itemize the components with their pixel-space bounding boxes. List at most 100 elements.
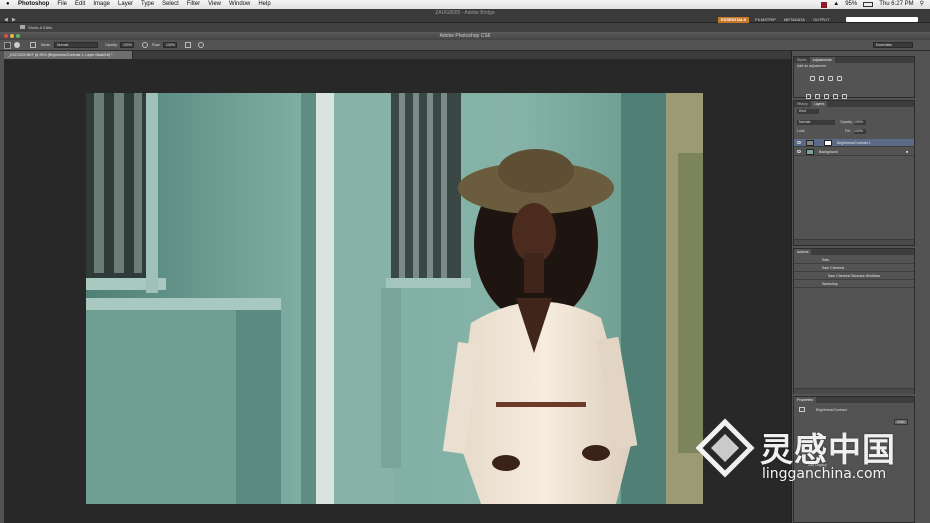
menu-window[interactable]: Window	[229, 0, 250, 9]
wifi-icon[interactable]: ▲	[833, 0, 839, 9]
menu-select[interactable]: Select	[162, 0, 179, 9]
tab-properties[interactable]: Properties	[794, 397, 816, 403]
auto-button[interactable]: Auto	[894, 419, 908, 425]
layer-opacity-label: Opacity:	[840, 120, 853, 124]
brightness-icon[interactable]	[810, 76, 815, 81]
opacity-label: Opacity:	[105, 43, 118, 47]
workspace-select[interactable]: Essentials	[873, 42, 913, 48]
action-name: Sets	[822, 258, 830, 262]
photo-filter-icon[interactable]	[842, 94, 847, 99]
tab-actions[interactable]: Actions	[794, 249, 812, 255]
visibility-eye-icon[interactable]	[797, 150, 801, 153]
brightness-contrast-icon	[799, 407, 805, 412]
document-tab-label: _DSC2025.NEF @ 25% (Brightness/Contrast …	[8, 53, 113, 57]
color-balance-icon[interactable]	[824, 94, 829, 99]
brush-panel-icon[interactable]	[30, 42, 36, 48]
ps-title: Adobe Photoshop CS6	[439, 33, 491, 39]
blend-mode-select[interactable]: Normal	[797, 120, 835, 125]
menu-edit[interactable]: Edit	[75, 0, 85, 9]
close-window-icon[interactable]	[4, 34, 8, 38]
action-name: Sam Chevrest Skincare Workflow	[828, 274, 881, 278]
tab-adjustments[interactable]: Adjustments	[809, 57, 835, 63]
opacity-field[interactable]: 100%	[120, 42, 134, 48]
tab-layers[interactable]: Layers	[810, 101, 828, 107]
layer-thumb	[806, 149, 814, 155]
minimize-window-icon[interactable]	[10, 34, 14, 38]
search-icon[interactable]: ⚲	[920, 0, 924, 9]
options-bar	[0, 40, 930, 51]
battery-icon[interactable]	[863, 2, 874, 7]
window-title: ZAUG8005 - Adobe Bridge	[435, 10, 495, 16]
mode-label: Mode:	[41, 43, 51, 47]
tab-history[interactable]: History	[794, 101, 811, 107]
adjustment-thumb-icon	[806, 140, 814, 146]
pressure-opacity-icon[interactable]	[142, 42, 148, 48]
layer-name: Brightness/Contrast 1	[837, 141, 871, 145]
vibrance-icon[interactable]	[806, 94, 811, 99]
flow-label: Flow:	[152, 43, 161, 47]
menu-type[interactable]: Type	[141, 0, 154, 9]
clock[interactable]: Thu 6:27 PM	[879, 0, 913, 9]
mac-menubar: ● Photoshop File Edit Image Layer Type S…	[0, 0, 930, 9]
menu-app-name[interactable]: Photoshop	[18, 0, 49, 9]
properties-title: Brightness/Contrast	[816, 408, 847, 412]
layers-panel: History Layers Kind Normal Opacity: 100%…	[793, 100, 915, 252]
pressure-size-icon[interactable]	[198, 42, 204, 48]
lock-icon: ■	[905, 150, 908, 154]
path-crumb[interactable]: Shots & Edits	[28, 25, 52, 30]
watermark-logo	[695, 418, 755, 478]
action-row[interactable]: Sam Chevrest	[794, 264, 914, 272]
action-row[interactable]: Workshop	[794, 280, 914, 288]
flow-field[interactable]: 100%	[163, 42, 177, 48]
menu-image[interactable]: Image	[93, 0, 110, 9]
black-white-icon[interactable]	[833, 94, 838, 99]
action-name: Sam Chevrest	[822, 266, 845, 270]
zoom-window-icon[interactable]	[16, 34, 20, 38]
tab-styles[interactable]: Styles	[794, 57, 810, 63]
actions-panel: Actions Sets Sam Chevrest Sam Chevrest S…	[793, 248, 915, 401]
layer-name: Background	[819, 150, 838, 154]
lock-label: Lock:	[797, 129, 806, 133]
adjustments-panel: Styles Adjustments Add an adjustment	[793, 56, 915, 117]
brush-tool-icon[interactable]	[4, 42, 11, 49]
layers-footer	[794, 239, 914, 252]
path-folder-icon	[20, 25, 25, 29]
adjustment-icons-row1	[794, 69, 914, 87]
menu-filter[interactable]: Filter	[187, 0, 200, 9]
menu-layer[interactable]: Layer	[118, 0, 133, 9]
fill-field[interactable]: 100%	[854, 129, 866, 134]
document-tab[interactable]: _DSC2025.NEF @ 25% (Brightness/Contrast …	[4, 51, 133, 59]
battery-percent: 95%	[845, 1, 858, 7]
airbrush-icon[interactable]	[185, 42, 191, 48]
fill-label: Fill:	[845, 129, 851, 133]
layer-mask-thumb[interactable]	[824, 140, 832, 146]
brush-preset-icon[interactable]	[14, 42, 20, 48]
apple-icon[interactable]: ●	[6, 0, 12, 9]
menu-help[interactable]: Help	[258, 0, 270, 9]
layer-row[interactable]: Brightness/Contrast 1	[794, 139, 914, 147]
status-icon[interactable]	[821, 1, 828, 8]
search-input[interactable]	[846, 17, 918, 22]
hue-sat-icon[interactable]	[815, 94, 820, 99]
mode-select[interactable]: Normal	[54, 42, 98, 48]
action-row[interactable]: Sam Chevrest Skincare Workflow	[794, 272, 914, 280]
layer-opacity-field[interactable]: 100%	[854, 120, 866, 125]
menu-file[interactable]: File	[57, 0, 67, 9]
layer-row[interactable]: Background ■	[794, 148, 914, 156]
photo-illustration	[86, 93, 703, 504]
watermark-url: lingganchina.com	[762, 466, 887, 482]
action-row[interactable]: Sets	[794, 256, 914, 264]
actions-footer	[794, 388, 914, 401]
curves-icon[interactable]	[828, 76, 833, 81]
path-bar: Shots & Edits	[0, 23, 930, 32]
levels-icon[interactable]	[819, 76, 824, 81]
app-bar: ZAUG8005 - Adobe Bridge ESSENTIALS FILMS…	[0, 9, 930, 23]
document-image[interactable]	[86, 93, 703, 504]
ps-title-bar: Adobe Photoshop CS6	[0, 32, 930, 40]
exposure-icon[interactable]	[837, 76, 842, 81]
filter-kind-select[interactable]: Kind	[797, 109, 819, 114]
action-name: Workshop	[822, 282, 838, 286]
visibility-eye-icon[interactable]	[797, 141, 801, 144]
menu-view[interactable]: View	[208, 0, 221, 9]
watermark-brand: 灵感中国	[760, 430, 896, 469]
